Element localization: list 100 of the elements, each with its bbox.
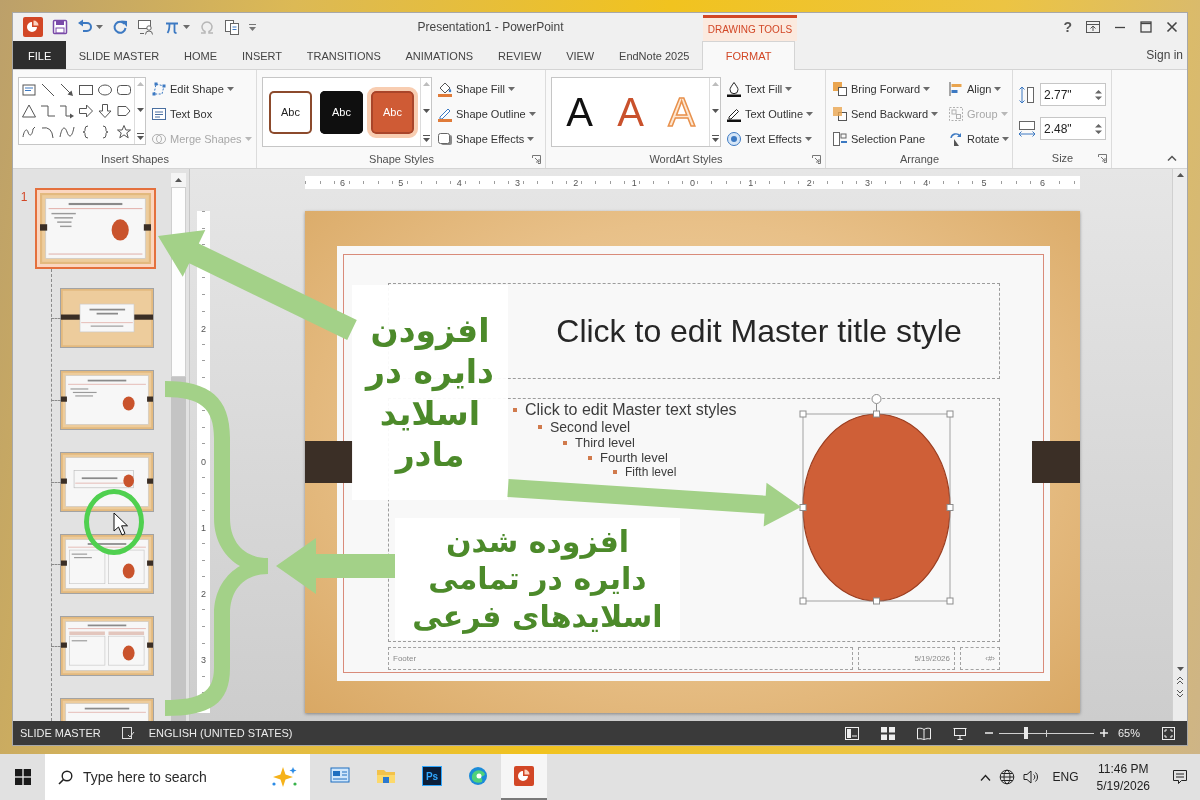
previous-slide-icon[interactable] (1176, 675, 1184, 685)
grouped-squares-icon (948, 106, 964, 122)
slide-thumbnail[interactable] (60, 288, 154, 348)
scroll-down-icon[interactable] (1176, 667, 1184, 671)
slide-thumbnail[interactable] (60, 452, 154, 512)
ribbon-tab[interactable]: VIEW (553, 41, 607, 69)
gallery-more-icon[interactable] (136, 133, 144, 140)
wordart-style-button[interactable]: A (560, 92, 599, 132)
fit-frame-icon[interactable] (1162, 726, 1175, 740)
height-field[interactable]: 2.77" (1040, 83, 1106, 106)
gallery-more-icon[interactable] (422, 135, 430, 142)
ribbon-tab[interactable]: FORMAT (701, 41, 796, 70)
line-icon[interactable] (40, 82, 57, 99)
search-box[interactable]: Type here to search (45, 754, 310, 800)
down-arrow-icon[interactable] (96, 103, 113, 119)
copy-pages-icon[interactable] (224, 19, 240, 35)
right-arrow-icon[interactable] (77, 103, 94, 119)
ribbon-tab[interactable]: ANIMATIONS (393, 41, 486, 69)
selection-pane-button[interactable]: Selection Pane (831, 128, 926, 150)
shape-effects-button[interactable]: Shape Effects (436, 128, 536, 150)
next-slide-icon[interactable] (1176, 689, 1184, 699)
shape-style-button[interactable]: Abc (367, 86, 418, 138)
save-icon[interactable] (52, 19, 68, 35)
notification-icon[interactable] (1172, 769, 1188, 785)
grid-icon[interactable] (880, 726, 895, 740)
maximize-icon[interactable] (1140, 21, 1152, 33)
ribbon-tab[interactable]: TRANSITIONS (294, 41, 394, 69)
wordart-style-button[interactable]: A (611, 92, 650, 132)
edit-shape-button[interactable]: Edit Shape (150, 78, 235, 100)
caret-up-icon[interactable] (979, 773, 991, 781)
minus-icon[interactable] (984, 729, 993, 737)
text-box-icon[interactable] (21, 82, 38, 99)
ribbon-display-icon[interactable] (1086, 21, 1100, 33)
undo-icon[interactable] (77, 19, 93, 35)
clock-time[interactable]: 11:46 PM (1098, 761, 1149, 776)
scroll-down-icon[interactable] (422, 108, 430, 113)
slide-thumbnail[interactable] (60, 370, 154, 430)
taskbar-app-button[interactable] (501, 754, 547, 800)
scroll-up-icon[interactable] (1176, 173, 1184, 177)
close-icon[interactable] (1166, 21, 1178, 33)
language-indicator[interactable]: ENG (1052, 770, 1079, 784)
speaker-icon[interactable] (1022, 769, 1041, 785)
collapse-ribbon-icon[interactable] (1167, 155, 1177, 161)
slider-thumb[interactable] (1023, 727, 1028, 739)
bullet-icon (588, 455, 592, 460)
text-outline-button[interactable]: Text Outline (725, 103, 815, 125)
bullet-icon (563, 440, 567, 445)
bring-forward-button[interactable]: Bring Forward (831, 78, 932, 100)
scroll-up-icon[interactable] (175, 178, 182, 182)
rotate-button[interactable]: Rotate (947, 128, 1011, 150)
screen-icon[interactable] (952, 726, 967, 740)
elbow-arrow-icon[interactable] (59, 103, 76, 119)
globe-icon[interactable] (998, 769, 1015, 785)
plus-icon[interactable] (1099, 729, 1108, 737)
pentagon-icon[interactable] (115, 103, 132, 119)
text-fill-button[interactable]: Text Fill (725, 78, 794, 100)
book-icon[interactable] (916, 726, 931, 740)
help-button[interactable]: ? (1063, 19, 1072, 35)
redo-icon[interactable] (112, 19, 128, 35)
customize-caret-icon[interactable] (249, 23, 256, 31)
clock-date[interactable]: 5/19/2026 (1096, 778, 1150, 793)
sign-in-link[interactable]: Sign in (1146, 48, 1187, 62)
line-arrow-icon[interactable] (59, 82, 76, 99)
scrollbar[interactable] (1172, 169, 1187, 721)
search-input[interactable]: Type here to search (83, 769, 260, 785)
ribbon-tab[interactable]: SLIDE MASTER (66, 41, 172, 69)
text-effects-button[interactable]: Text Effects (725, 128, 813, 150)
dialog-launcher-icon[interactable] (812, 154, 821, 164)
folder-icon (376, 767, 396, 785)
align-button[interactable]: Align (947, 78, 1003, 100)
file-tab[interactable]: FILE (13, 41, 67, 69)
dialog-launcher-icon[interactable] (1098, 153, 1107, 163)
width-field[interactable]: 2.48" (1040, 117, 1106, 140)
zoom-level-button[interactable]: 65% (1117, 727, 1140, 739)
send-backward-button[interactable]: Send Backward (831, 103, 940, 125)
scroll-down-icon[interactable] (711, 108, 719, 113)
date-placeholder[interactable]: 5/19/2026 (858, 647, 955, 670)
slide-number-placeholder[interactable]: ‹#› (960, 647, 1000, 670)
dialog-launcher-icon[interactable] (532, 154, 541, 164)
spinner-icon[interactable] (1095, 88, 1102, 101)
oval-icon[interactable] (96, 82, 113, 99)
footer-placeholder[interactable]: Footer (388, 647, 853, 670)
ribbon-tab[interactable]: REVIEW (485, 41, 554, 69)
notes-icon[interactable] (120, 726, 135, 740)
shape-outline-button[interactable]: Shape Outline (436, 103, 537, 125)
ribbon-tab[interactable]: EndNote 2025 (606, 41, 702, 69)
shape-fill-button[interactable]: Shape Fill (436, 78, 516, 100)
scroll-down-icon[interactable] (136, 107, 144, 112)
ribbon-tab[interactable]: HOME (171, 41, 230, 69)
gallery-more-icon[interactable] (711, 135, 719, 142)
presenter-icon[interactable] (137, 19, 155, 35)
slide-thumbnail[interactable] (35, 188, 156, 269)
star-icon[interactable] (115, 123, 132, 140)
triangle-icon[interactable] (21, 103, 38, 119)
normal-view-icon[interactable] (844, 726, 859, 740)
slide-thumbnail[interactable] (60, 534, 154, 594)
spinner-icon[interactable] (1095, 122, 1102, 135)
slide-thumbnail[interactable] (60, 616, 154, 676)
ribbon-tab[interactable]: INSERT (229, 41, 295, 69)
text-box-button[interactable]: Text Box (150, 103, 214, 125)
